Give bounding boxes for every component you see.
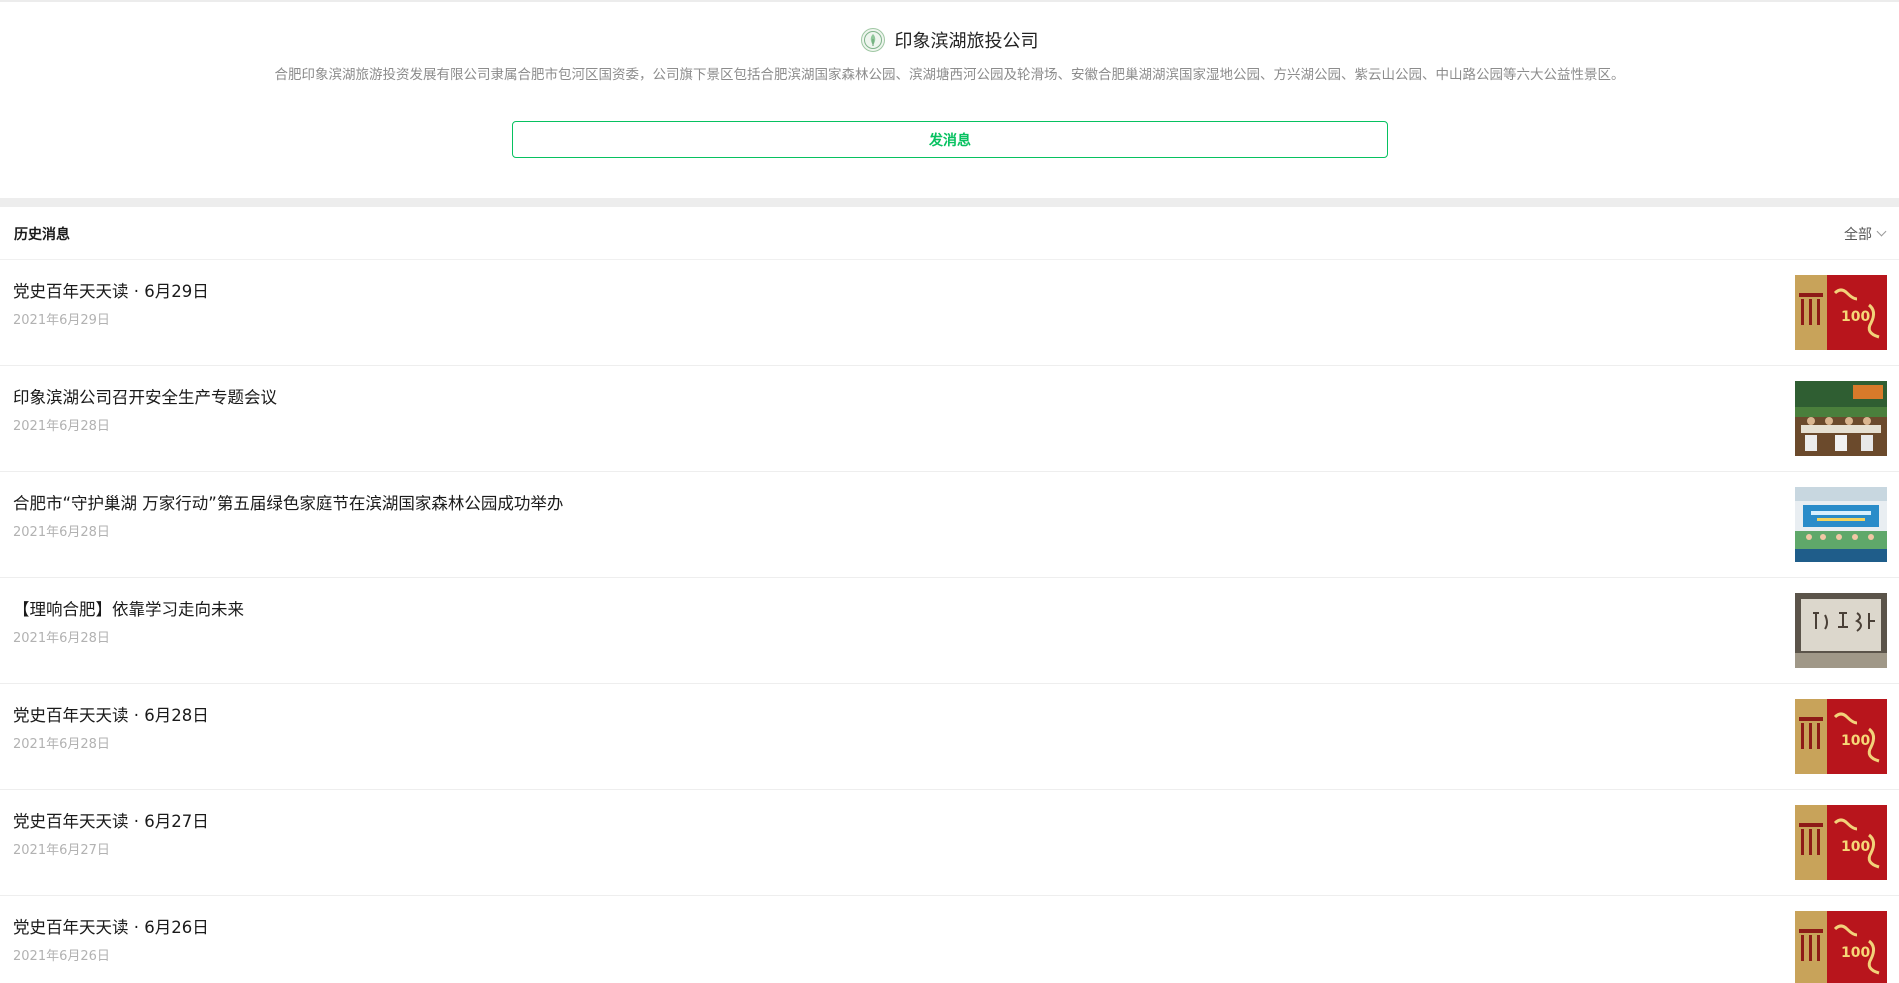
svg-text:100: 100 [1841, 945, 1870, 961]
message-title: 【理响合肥】依靠学习走向未来 [13, 600, 244, 619]
message-date: 2021年6月28日 [13, 419, 110, 434]
message-title: 党史百年天天读 · 6月26日 [13, 918, 209, 937]
official-account-profile-page: 印象滨湖旅投公司 合肥印象滨湖旅游投资发展有限公司隶属合肥市包河区国资委，公司旗… [0, 0, 1899, 983]
message-title: 印象滨湖公司召开安全生产专题会议 [13, 388, 277, 407]
message-item[interactable]: 合肥市“守护巢湖 万家行动”第五届绿色家庭节在滨湖国家森林公园成功举办 2021… [0, 472, 1899, 578]
message-item[interactable]: 党史百年天天读 · 6月26日 2021年6月26日 100 [0, 896, 1899, 983]
message-date: 2021年6月26日 [13, 949, 110, 964]
chevron-down-icon [1876, 226, 1887, 236]
party-history-100-years-thumbnail: 100 [1795, 805, 1887, 880]
section-divider [0, 198, 1899, 207]
message-title: 党史百年天天读 · 6月28日 [13, 706, 209, 725]
message-date: 2021年6月28日 [13, 631, 110, 646]
account-name: 印象滨湖旅投公司 [894, 31, 1039, 52]
history-message-list: 党史百年天天读 · 6月29日 2021年6月29日 100 印象滨湖公司召开安… [0, 260, 1899, 983]
party-history-100-years-thumbnail: 100 [1795, 699, 1887, 774]
message-title: 党史百年天天读 · 6月29日 [13, 282, 209, 301]
svg-text:100: 100 [1841, 309, 1870, 325]
message-title: 党史百年天天读 · 6月27日 [13, 812, 209, 831]
meeting-room-photo-thumbnail [1795, 381, 1887, 456]
message-date: 2021年6月27日 [13, 843, 110, 858]
green-circular-logo-icon [860, 28, 885, 52]
svg-text:100: 100 [1841, 733, 1870, 749]
send-message-button[interactable]: 发消息 [512, 121, 1388, 158]
message-date: 2021年6月28日 [13, 525, 110, 540]
message-item[interactable]: 党史百年天天读 · 6月27日 2021年6月27日 100 [0, 790, 1899, 896]
party-history-100-years-thumbnail: 100 [1795, 275, 1887, 350]
party-history-100-years-thumbnail: 100 [1795, 911, 1887, 983]
svg-text:100: 100 [1841, 839, 1870, 855]
calligraphy-wall-photo-thumbnail [1795, 593, 1887, 668]
message-title: 合肥市“守护巢湖 万家行动”第五届绿色家庭节在滨湖国家森林公园成功举办 [13, 494, 564, 513]
message-item[interactable]: 【理响合肥】依靠学习走向未来 2021年6月28日 [0, 578, 1899, 684]
message-item[interactable]: 党史百年天天读 · 6月28日 2021年6月28日 100 [0, 684, 1899, 790]
message-item[interactable]: 印象滨湖公司召开安全生产专题会议 2021年6月28日 [0, 366, 1899, 472]
message-item[interactable]: 党史百年天天读 · 6月29日 2021年6月29日 100 [0, 260, 1899, 366]
account-description: 合肥印象滨湖旅游投资发展有限公司隶属合肥市包河区国资委，公司旗下景区包括合肥滨湖… [274, 67, 1625, 83]
stage-event-photo-thumbnail [1795, 487, 1887, 562]
history-filter-dropdown[interactable]: 全部 [1844, 224, 1887, 244]
message-date: 2021年6月29日 [13, 313, 110, 328]
filter-label: 全部 [1844, 227, 1872, 243]
history-title: 历史消息 [14, 227, 70, 243]
history-header: 历史消息 全部 [0, 207, 1899, 260]
account-name-row: 印象滨湖旅投公司 [0, 25, 1899, 55]
message-date: 2021年6月28日 [13, 737, 110, 752]
account-header: 印象滨湖旅投公司 合肥印象滨湖旅游投资发展有限公司隶属合肥市包河区国资委，公司旗… [0, 2, 1899, 198]
